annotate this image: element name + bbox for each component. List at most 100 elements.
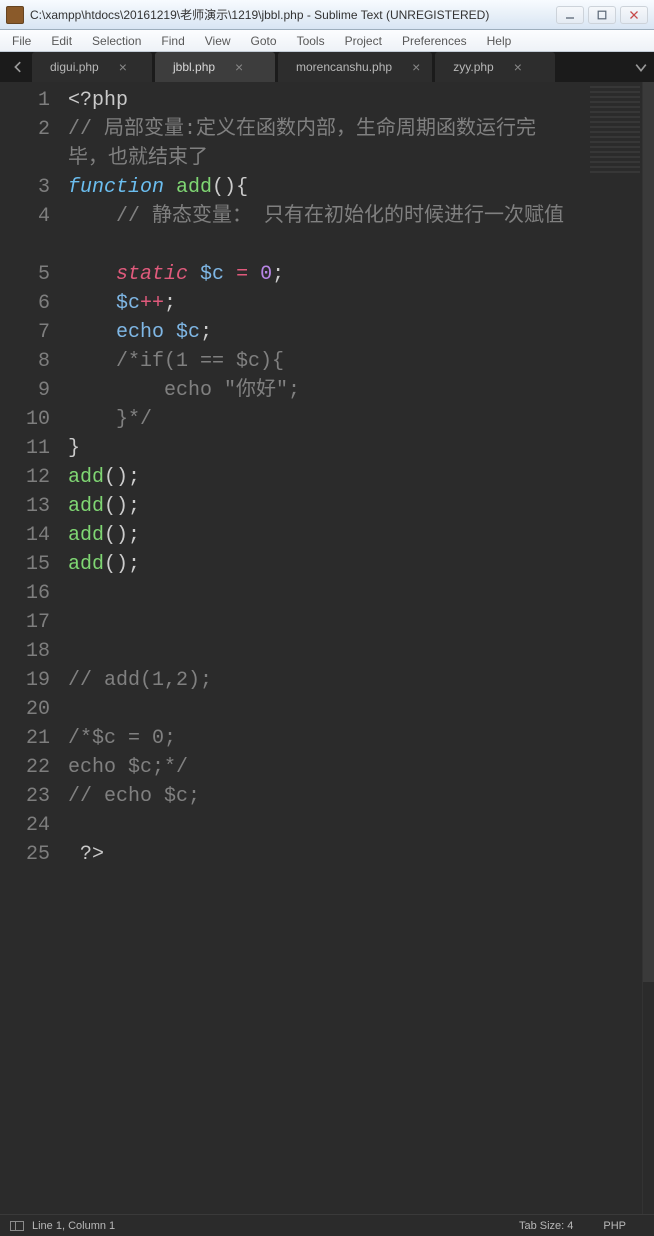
- line-number: 6: [0, 289, 50, 318]
- code-line[interactable]: <?php: [68, 86, 568, 115]
- code-line[interactable]: add();: [68, 550, 568, 579]
- menu-goto[interactable]: Goto: [245, 32, 283, 50]
- status-cursor[interactable]: Line 1, Column 1: [32, 1220, 115, 1232]
- menu-project[interactable]: Project: [339, 32, 388, 50]
- scrollbar-thumb[interactable]: [643, 82, 654, 982]
- status-right: Tab Size: 4 PHP: [519, 1220, 644, 1232]
- editor: 12 34 5678910111213141516171819202122232…: [0, 82, 654, 1214]
- line-number: 9: [0, 376, 50, 405]
- code-line[interactable]: static $c = 0;: [68, 260, 568, 289]
- tab-close-icon[interactable]: ×: [119, 60, 127, 74]
- line-number: 19: [0, 666, 50, 695]
- line-number: 7: [0, 318, 50, 347]
- tab-close-icon[interactable]: ×: [235, 60, 243, 74]
- tab-label: morencanshu.php: [296, 60, 392, 74]
- menu-selection[interactable]: Selection: [86, 32, 147, 50]
- code-line[interactable]: // 局部变量:定义在函数内部，生命周期函数运行完毕，也就结束了: [68, 115, 568, 173]
- tab-zyy[interactable]: zyy.php ×: [435, 52, 555, 82]
- line-number: 1: [0, 86, 50, 115]
- code-line[interactable]: [68, 579, 568, 608]
- menu-preferences[interactable]: Preferences: [396, 32, 473, 50]
- maximize-button[interactable]: [588, 6, 616, 24]
- line-number: 15: [0, 550, 50, 579]
- code-line[interactable]: /*if(1 == $c){: [68, 347, 568, 376]
- app-icon: [6, 6, 24, 24]
- code-line[interactable]: echo $c;: [68, 318, 568, 347]
- menu-file[interactable]: File: [6, 32, 37, 50]
- close-button[interactable]: [620, 6, 648, 24]
- maximize-icon: [597, 10, 607, 20]
- code-line[interactable]: function add(){: [68, 173, 568, 202]
- code-line[interactable]: }*/: [68, 405, 568, 434]
- tab-jbbl[interactable]: jbbl.php ×: [155, 52, 275, 82]
- status-tab-size[interactable]: Tab Size: 4: [519, 1220, 573, 1232]
- menu-view[interactable]: View: [199, 32, 237, 50]
- tabbar: digui.php × jbbl.php × morencanshu.php ×…: [0, 52, 654, 82]
- tab-digui[interactable]: digui.php ×: [32, 52, 152, 82]
- code-line[interactable]: // echo $c;: [68, 782, 568, 811]
- chevron-down-icon: [635, 61, 647, 73]
- scrollbar-vertical[interactable]: [642, 82, 654, 1214]
- minimize-icon: [565, 10, 575, 20]
- line-number: 25: [0, 840, 50, 869]
- line-number: 22: [0, 753, 50, 782]
- line-number: 23: [0, 782, 50, 811]
- line-number: 5: [0, 260, 50, 289]
- menubar: File Edit Selection Find View Goto Tools…: [0, 30, 654, 52]
- tab-label: jbbl.php: [173, 60, 215, 74]
- code-line[interactable]: /*$c = 0;: [68, 724, 568, 753]
- code-line[interactable]: ?>: [68, 840, 568, 869]
- line-number: 3: [0, 173, 50, 202]
- code-line[interactable]: [68, 811, 568, 840]
- line-number: 17: [0, 608, 50, 637]
- menu-edit[interactable]: Edit: [45, 32, 78, 50]
- tab-label: digui.php: [50, 60, 99, 74]
- line-number-wrap: [0, 144, 50, 173]
- window-titlebar: C:\xampp\htdocs\20161219\老师演示\1219\jbbl.…: [0, 0, 654, 30]
- line-number: 12: [0, 463, 50, 492]
- line-number: 20: [0, 695, 50, 724]
- tab-overflow[interactable]: [628, 52, 654, 82]
- line-number: 2: [0, 115, 50, 144]
- code-line[interactable]: [68, 637, 568, 666]
- tab-morencanshu[interactable]: morencanshu.php ×: [278, 52, 432, 82]
- line-number: 14: [0, 521, 50, 550]
- line-number: 21: [0, 724, 50, 753]
- line-number-wrap: [0, 231, 50, 260]
- code-line[interactable]: add();: [68, 492, 568, 521]
- code-line[interactable]: [68, 695, 568, 724]
- window-buttons: [556, 6, 648, 24]
- minimap[interactable]: [590, 86, 640, 176]
- status-syntax[interactable]: PHP: [603, 1220, 626, 1232]
- menu-find[interactable]: Find: [155, 32, 190, 50]
- code-line[interactable]: // add(1,2);: [68, 666, 568, 695]
- code-line[interactable]: add();: [68, 463, 568, 492]
- statusbar: Line 1, Column 1 Tab Size: 4 PHP: [0, 1214, 654, 1236]
- minimize-button[interactable]: [556, 6, 584, 24]
- line-number: 24: [0, 811, 50, 840]
- menu-help[interactable]: Help: [481, 32, 518, 50]
- close-icon: [629, 10, 639, 20]
- line-number: 11: [0, 434, 50, 463]
- line-number: 18: [0, 637, 50, 666]
- tab-scroll-left[interactable]: [6, 52, 32, 82]
- tab-close-icon[interactable]: ×: [412, 60, 420, 74]
- code-line[interactable]: echo "你好";: [68, 376, 568, 405]
- code-area[interactable]: <?php// 局部变量:定义在函数内部，生命周期函数运行完毕，也就结束了fun…: [62, 82, 654, 1214]
- code-line[interactable]: // 静态变量： 只有在初始化的时候进行一次赋值: [68, 202, 568, 260]
- code-line[interactable]: add();: [68, 521, 568, 550]
- tab-close-icon[interactable]: ×: [514, 60, 522, 74]
- code-line[interactable]: echo $c;*/: [68, 753, 568, 782]
- line-number: 4: [0, 202, 50, 231]
- line-number: 13: [0, 492, 50, 521]
- chevron-left-icon: [13, 61, 25, 73]
- menu-tools[interactable]: Tools: [291, 32, 331, 50]
- line-gutter: 12 34 5678910111213141516171819202122232…: [0, 82, 62, 1214]
- line-number: 10: [0, 405, 50, 434]
- code-line[interactable]: [68, 608, 568, 637]
- code-line[interactable]: $c++;: [68, 289, 568, 318]
- window-title: C:\xampp\htdocs\20161219\老师演示\1219\jbbl.…: [30, 6, 556, 23]
- code-line[interactable]: }: [68, 434, 568, 463]
- panel-toggle-icon[interactable]: [10, 1221, 24, 1231]
- line-number: 16: [0, 579, 50, 608]
